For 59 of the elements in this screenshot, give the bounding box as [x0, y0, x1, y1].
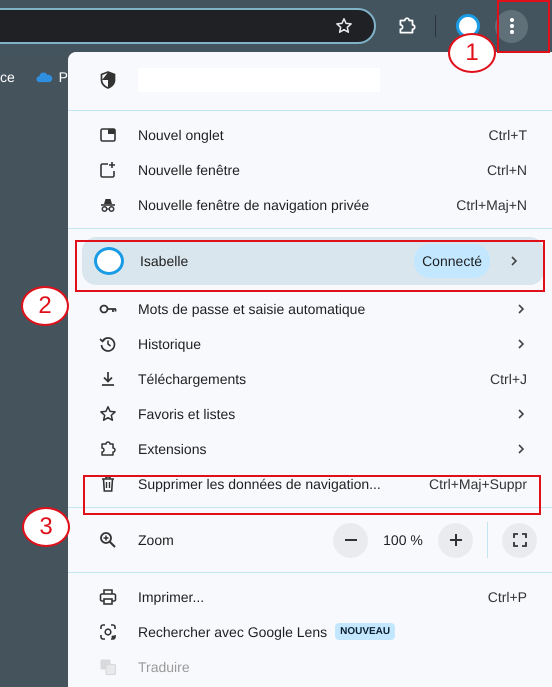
menu-item-label: Téléchargements	[138, 370, 246, 386]
fullscreen-button[interactable]	[502, 522, 537, 558]
menu-item[interactable]: Nouvelle fenêtre Ctrl+N	[68, 152, 552, 187]
menu-button[interactable]	[495, 10, 528, 42]
menu-item[interactable]: Extensions	[68, 431, 552, 466]
star-icon	[98, 404, 118, 424]
menu-item-label: Nouvelle fenêtre de navigation privée	[138, 196, 370, 212]
zoom-in-button[interactable]	[438, 522, 473, 558]
highlight-rectangle	[497, 0, 550, 53]
shortcut-text: Ctrl+N	[486, 162, 527, 178]
menu-item[interactable]: Mots de passe et saisie automatique	[68, 291, 552, 326]
profile-name: Isabelle	[140, 253, 190, 269]
menu-item-label: Traduire	[138, 658, 190, 674]
shield-icon	[98, 70, 118, 90]
fullscreen-icon	[512, 533, 526, 547]
zoom-label: Zoom	[138, 532, 175, 548]
bookmark-label[interactable]: P	[58, 68, 68, 86]
translate-icon	[98, 656, 118, 676]
menu-item[interactable]: Favoris et listes	[68, 396, 552, 431]
plus-icon	[450, 534, 462, 546]
new-window-icon	[98, 160, 118, 180]
menu-item-label: Supprimer les données de navigation...	[138, 476, 381, 492]
star-icon[interactable]	[334, 16, 354, 36]
menu-item-label: Nouvelle fenêtre	[138, 162, 240, 178]
shortcut-text: Ctrl+Maj+Suppr	[428, 476, 527, 492]
shortcut-text: Ctrl+J	[490, 370, 527, 386]
avatar-icon	[94, 247, 124, 275]
shortcut-text: Ctrl+Maj+N	[456, 196, 527, 212]
menu-item[interactable]: Nouvel onglet Ctrl+T	[68, 117, 552, 152]
bookmark-label[interactable]: ce	[0, 68, 15, 86]
shortcut-text: Ctrl+T	[488, 126, 527, 142]
menu-item[interactable]: Rechercher avec Google Lens NOUVEAU	[68, 614, 552, 649]
menu-item-label: Imprimer...	[138, 588, 204, 604]
menu-item-label: Historique	[138, 336, 202, 352]
profile-avatar[interactable]	[456, 14, 480, 38]
new-badge: NOUVEAU	[335, 623, 396, 640]
printer-icon	[98, 586, 118, 606]
menu-item-label: Favoris et listes	[138, 406, 236, 422]
menu-item[interactable]: Imprimer... Ctrl+P	[68, 579, 552, 614]
minus-icon	[344, 539, 356, 541]
cloud-icon	[36, 71, 53, 84]
menu-item-label: Mots de passe et saisie automatique	[138, 300, 366, 316]
step-number: 2	[21, 286, 69, 326]
three-dots-icon	[508, 17, 514, 35]
menu-item[interactable]: Supprimer les données de navigation... Ctrl+Maj+Suppr	[68, 466, 552, 501]
camera-lens-icon	[98, 622, 118, 642]
status-badge: Connecté	[414, 244, 490, 278]
menu-item-label: Extensions	[138, 440, 206, 456]
menu-item[interactable]: Téléchargements Ctrl+J	[68, 361, 552, 396]
menu-item[interactable]: Nouvelle fenêtre de navigation privée Ctrl+Maj+N	[68, 187, 552, 222]
profile-row[interactable]: Isabelle Connecté	[82, 237, 544, 285]
shortcut-text: Ctrl+P	[488, 588, 527, 604]
menu-item-label: Rechercher avec Google Lens	[138, 624, 328, 640]
zoom-value: 100 %	[382, 532, 424, 548]
menu-item-label: Nouvel onglet	[138, 126, 224, 142]
zoom-in-icon	[98, 530, 118, 550]
menu-item[interactable]: Historique	[68, 326, 552, 361]
step-number: 3	[22, 507, 70, 547]
address-bar[interactable]	[0, 8, 376, 44]
